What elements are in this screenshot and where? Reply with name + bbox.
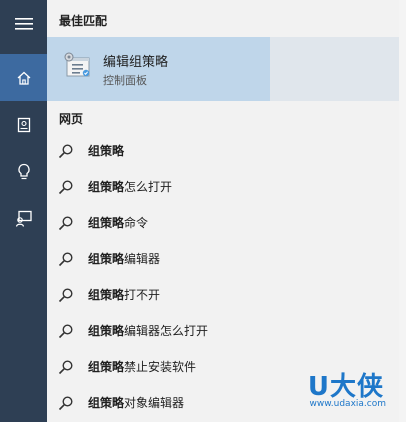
web-result-bold: 组策略 <box>88 360 125 374</box>
best-match-preview-area <box>270 37 399 101</box>
web-result-rest: 对象编辑器 <box>124 396 185 410</box>
lightbulb-icon <box>16 163 32 181</box>
group-policy-icon <box>62 51 92 81</box>
watermark: U大侠 www.udaxia.com <box>282 366 392 416</box>
search-icon <box>58 323 74 343</box>
hamburger-menu-button[interactable] <box>0 0 47 47</box>
notebook-button[interactable] <box>0 101 47 148</box>
hamburger-icon <box>14 17 33 31</box>
web-result-rest: 怎么打开 <box>124 180 173 194</box>
web-result-rest: 编辑器怎么打开 <box>124 324 209 338</box>
web-result-rest: 打不开 <box>124 288 161 302</box>
web-result-item[interactable]: 组策略编辑器怎么打开 <box>47 313 399 349</box>
web-result-bold: 组策略 <box>88 288 125 302</box>
web-result-bold: 组策略 <box>88 144 125 158</box>
search-icon <box>58 395 74 415</box>
feedback-button[interactable] <box>0 195 47 242</box>
home-button[interactable] <box>0 54 47 101</box>
web-result-bold: 组策略 <box>88 180 125 194</box>
web-result-item[interactable]: 组策略打不开 <box>47 277 399 313</box>
web-result-bold: 组策略 <box>88 216 125 230</box>
web-result-item[interactable]: 组策略编辑器 <box>47 241 399 277</box>
search-window: 最佳匹配 编辑组策略 控制面板 网页 组策略 组策略怎么打开 组策略命令 组策略… <box>0 0 406 422</box>
search-icon <box>58 179 74 199</box>
web-result-rest: 命令 <box>124 216 149 230</box>
best-match-title: 编辑组策略 <box>103 55 169 70</box>
web-result-rest: 编辑器 <box>124 252 161 266</box>
web-result-item[interactable]: 组策略 <box>47 133 399 169</box>
web-result-item[interactable]: 组策略怎么打开 <box>47 169 399 205</box>
web-result-rest: 禁止安装软件 <box>124 360 197 374</box>
best-match-subtitle: 控制面板 <box>103 74 147 87</box>
search-icon <box>58 287 74 307</box>
watermark-url: www.udaxia.com <box>309 399 386 409</box>
notebook-icon <box>16 117 32 133</box>
feedback-icon <box>15 210 33 228</box>
home-icon <box>16 70 32 86</box>
search-icon <box>58 359 74 379</box>
best-match-heading: 最佳匹配 <box>59 14 108 28</box>
web-result-item[interactable]: 组策略命令 <box>47 205 399 241</box>
web-result-bold: 组策略 <box>88 252 125 266</box>
search-icon <box>58 251 74 271</box>
best-match-result[interactable]: 编辑组策略 控制面板 <box>47 37 270 101</box>
results-panel: 最佳匹配 编辑组策略 控制面板 网页 组策略 组策略怎么打开 组策略命令 组策略… <box>47 0 399 422</box>
nav-rail <box>0 0 47 422</box>
search-icon <box>58 143 74 163</box>
watermark-brand: U大侠 <box>307 372 384 402</box>
web-result-bold: 组策略 <box>88 324 125 338</box>
tips-button[interactable] <box>0 148 47 195</box>
web-heading: 网页 <box>59 112 84 126</box>
search-icon <box>58 215 74 235</box>
web-result-bold: 组策略 <box>88 396 125 410</box>
